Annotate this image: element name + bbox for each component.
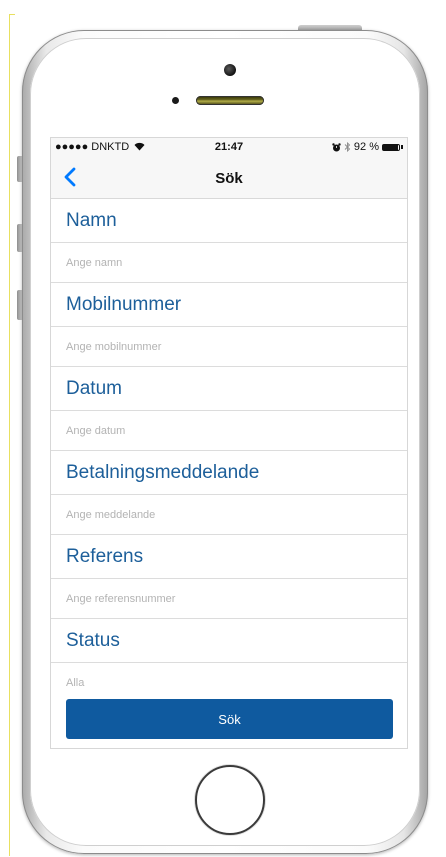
alarm-icon [332, 142, 341, 151]
field-label: Mobilnummer [51, 283, 407, 327]
button-area: Sök [51, 691, 407, 748]
speaker-grille [196, 96, 264, 105]
field-date: Datum [51, 367, 407, 451]
field-status: Status [51, 619, 407, 691]
field-payment-message: Betalningsmeddelande [51, 451, 407, 535]
field-input-row [51, 495, 407, 535]
field-label: Referens [51, 535, 407, 579]
mobile-number-input[interactable] [66, 340, 366, 353]
battery-icon [382, 143, 400, 151]
field-input-row [51, 411, 407, 451]
status-right: 92 % [332, 141, 403, 153]
status-bar: ●●●●● DNKTD 21:47 92 % [51, 138, 407, 156]
field-label: Betalningsmeddelande [51, 451, 407, 495]
navigation-bar: Sök [51, 156, 407, 199]
field-input-row [51, 327, 407, 367]
field-label: Datum [51, 367, 407, 411]
field-label: Namn [51, 199, 407, 243]
reference-input[interactable] [66, 592, 366, 605]
date-input[interactable] [66, 424, 366, 437]
name-input[interactable] [66, 256, 366, 269]
search-form: Namn Mobilnummer Datum Betalningsmeddela… [51, 199, 407, 691]
field-name: Namn [51, 199, 407, 283]
payment-message-input[interactable] [66, 508, 366, 521]
home-button[interactable] [195, 765, 265, 835]
bluetooth-icon [344, 142, 351, 152]
field-input-row [51, 579, 407, 619]
page-title: Sök [215, 170, 243, 187]
search-button[interactable]: Sök [66, 699, 393, 739]
field-input-row [51, 243, 407, 283]
status-select[interactable] [66, 676, 366, 689]
field-input-row [51, 663, 407, 691]
battery-tip [401, 145, 403, 149]
frame-guide-line [9, 14, 10, 856]
battery-fill [383, 144, 398, 150]
sensor-dot [172, 97, 179, 104]
battery-percent: 92 % [353, 141, 379, 153]
field-mobile: Mobilnummer [51, 283, 407, 367]
phone-screen: ●●●●● DNKTD 21:47 92 % Sök Namn Ange nam… [51, 138, 407, 748]
frame-guide-tick [9, 14, 15, 15]
field-label: Status [51, 619, 407, 663]
field-reference: Referens [51, 535, 407, 619]
camera-icon [224, 64, 236, 76]
